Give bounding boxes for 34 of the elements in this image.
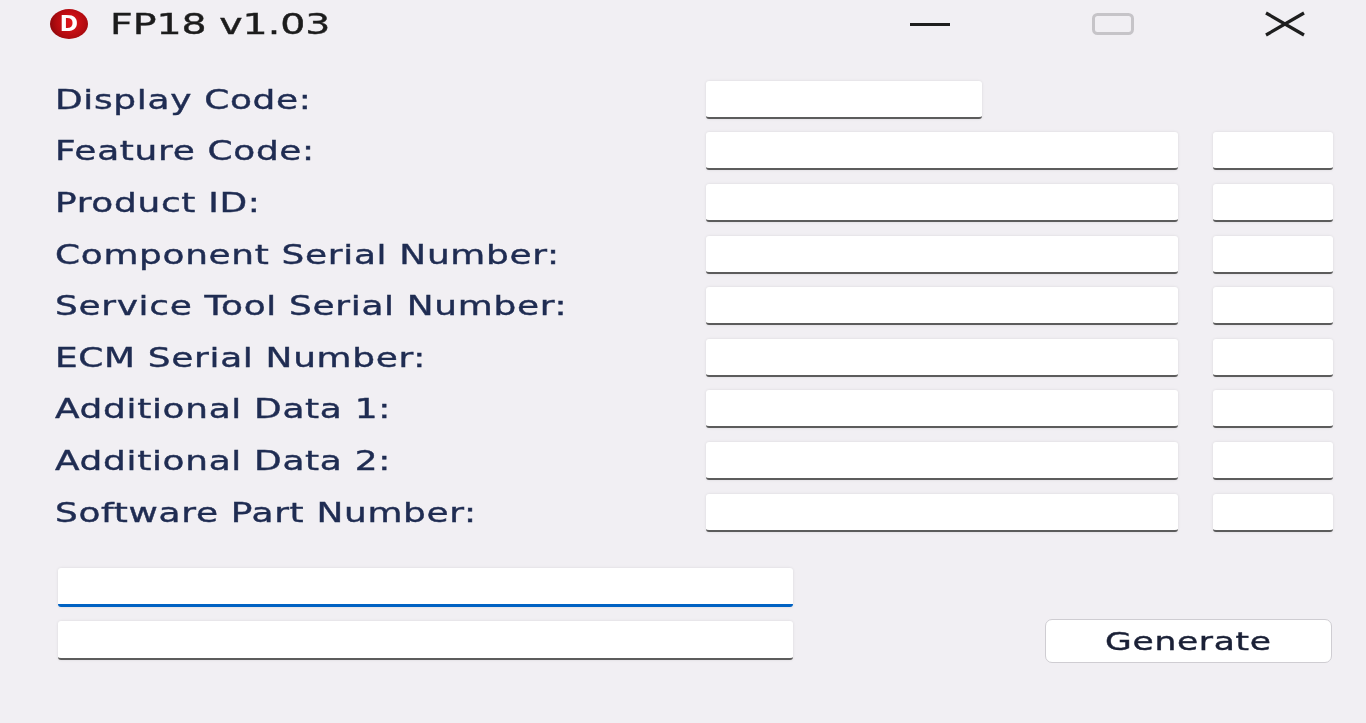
input-field[interactable]	[1213, 235, 1333, 274]
output-field[interactable]	[58, 621, 793, 661]
app-logo: D	[50, 9, 88, 39]
maximize-icon	[1091, 13, 1134, 35]
window-title: FP18 v1.03	[110, 7, 331, 41]
input-field[interactable]	[1213, 132, 1333, 171]
input-field[interactable]	[1213, 493, 1333, 532]
input-field[interactable]	[706, 80, 982, 119]
input-field[interactable]	[706, 390, 1178, 429]
minimize-icon	[909, 22, 950, 26]
field-label: Product ID:	[55, 188, 261, 218]
field-label: Additional Data 1:	[55, 394, 391, 425]
input-field[interactable]	[706, 235, 1178, 274]
input-field[interactable]	[1213, 184, 1333, 222]
input-field[interactable]	[706, 441, 1178, 480]
input-field[interactable]	[706, 184, 1178, 222]
input-field[interactable]	[706, 287, 1178, 326]
output-field[interactable]	[58, 568, 793, 608]
input-field[interactable]	[706, 132, 1178, 171]
input-field[interactable]	[1213, 441, 1333, 480]
field-label: ECM Serial Number:	[55, 342, 427, 373]
generate-button[interactable]: Generate	[1045, 619, 1332, 664]
field-label: Additional Data 2:	[55, 445, 391, 476]
field-label: Display Code:	[55, 84, 312, 115]
field-label: Service Tool Serial Number:	[55, 291, 568, 322]
input-field[interactable]	[706, 493, 1178, 532]
input-field[interactable]	[1213, 338, 1333, 377]
input-field[interactable]	[706, 338, 1178, 377]
field-label: Software Part Number:	[55, 497, 477, 528]
input-field[interactable]	[1213, 287, 1333, 326]
input-field[interactable]	[1213, 390, 1333, 429]
field-label: Feature Code:	[55, 136, 315, 167]
close-icon	[1264, 11, 1306, 37]
field-label: Component Serial Number:	[55, 239, 560, 270]
